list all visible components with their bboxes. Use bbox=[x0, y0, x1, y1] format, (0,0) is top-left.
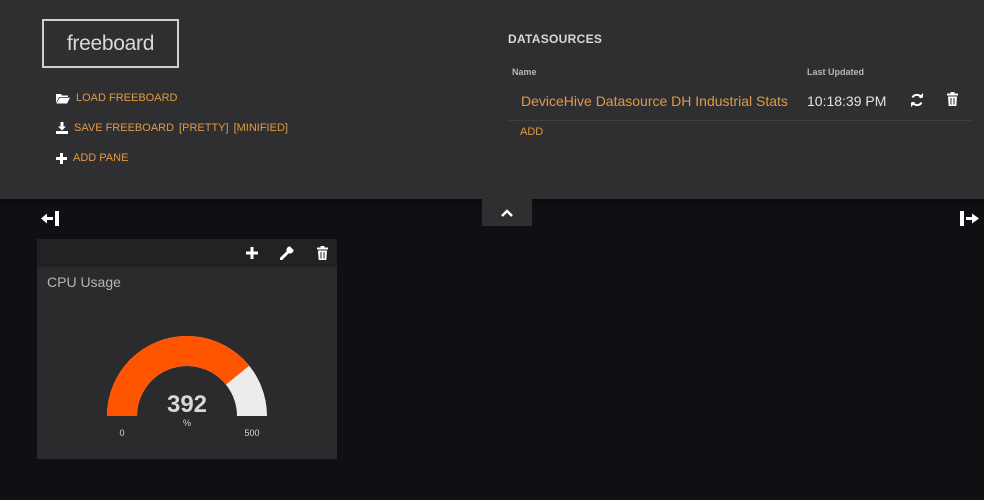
refresh-icon[interactable] bbox=[910, 93, 924, 107]
trash-icon[interactable] bbox=[947, 92, 958, 106]
save-freeboard-label: SAVE FREEBOARD bbox=[74, 122, 175, 134]
datasources-title: DATASOURCES bbox=[508, 32, 603, 46]
toggle-header-button[interactable] bbox=[482, 199, 532, 226]
save-minified-link[interactable]: [MINIFIED] bbox=[234, 122, 288, 134]
column-expand-icon[interactable] bbox=[960, 211, 979, 226]
wrench-icon[interactable] bbox=[280, 246, 294, 260]
freeboard-logo[interactable]: freeboard bbox=[42, 19, 179, 68]
load-freeboard-button[interactable]: LOAD FREEBOARD bbox=[56, 92, 177, 104]
header-panel: freeboard LOAD FREEBOARD SAVE FREEBOARD … bbox=[0, 0, 984, 199]
column-shrink-icon[interactable] bbox=[41, 211, 60, 226]
add-pane-label: ADD PANE bbox=[73, 152, 129, 164]
save-pretty-link[interactable]: [PRETTY] bbox=[179, 122, 229, 134]
folder-open-icon bbox=[56, 93, 70, 103]
plus-icon bbox=[56, 152, 67, 164]
chevron-up-icon bbox=[501, 208, 513, 217]
download-icon bbox=[56, 122, 68, 134]
cpu-gauge: 392 % 0 500 bbox=[107, 336, 267, 438]
gauge-units: % bbox=[183, 418, 191, 428]
datasource-row: DeviceHive Datasource DH Industrial Stat… bbox=[508, 82, 972, 121]
add-datasource-button[interactable]: ADD bbox=[520, 126, 543, 138]
plus-icon[interactable] bbox=[246, 247, 258, 259]
pane-title: CPU Usage bbox=[47, 274, 121, 290]
cpu-usage-pane: CPU Usage 392 % 0 500 bbox=[37, 239, 337, 459]
datasource-last-updated: 10:18:39 PM bbox=[807, 93, 887, 109]
pane-toolbar bbox=[37, 239, 337, 267]
datasource-name-link[interactable]: DeviceHive Datasource DH Industrial Stat… bbox=[521, 93, 788, 109]
add-pane-button[interactable]: ADD PANE bbox=[56, 152, 128, 164]
load-freeboard-label: LOAD FREEBOARD bbox=[76, 92, 178, 104]
save-freeboard-action: SAVE FREEBOARD [PRETTY] [MINIFIED] bbox=[56, 122, 288, 134]
gauge-max-label: 500 bbox=[244, 428, 259, 438]
gauge-min-label: 0 bbox=[119, 428, 124, 438]
column-header-last-updated: Last Updated bbox=[807, 67, 865, 77]
trash-icon[interactable] bbox=[317, 246, 328, 260]
gauge-value: 392 bbox=[167, 391, 207, 418]
column-header-name: Name bbox=[512, 67, 537, 77]
